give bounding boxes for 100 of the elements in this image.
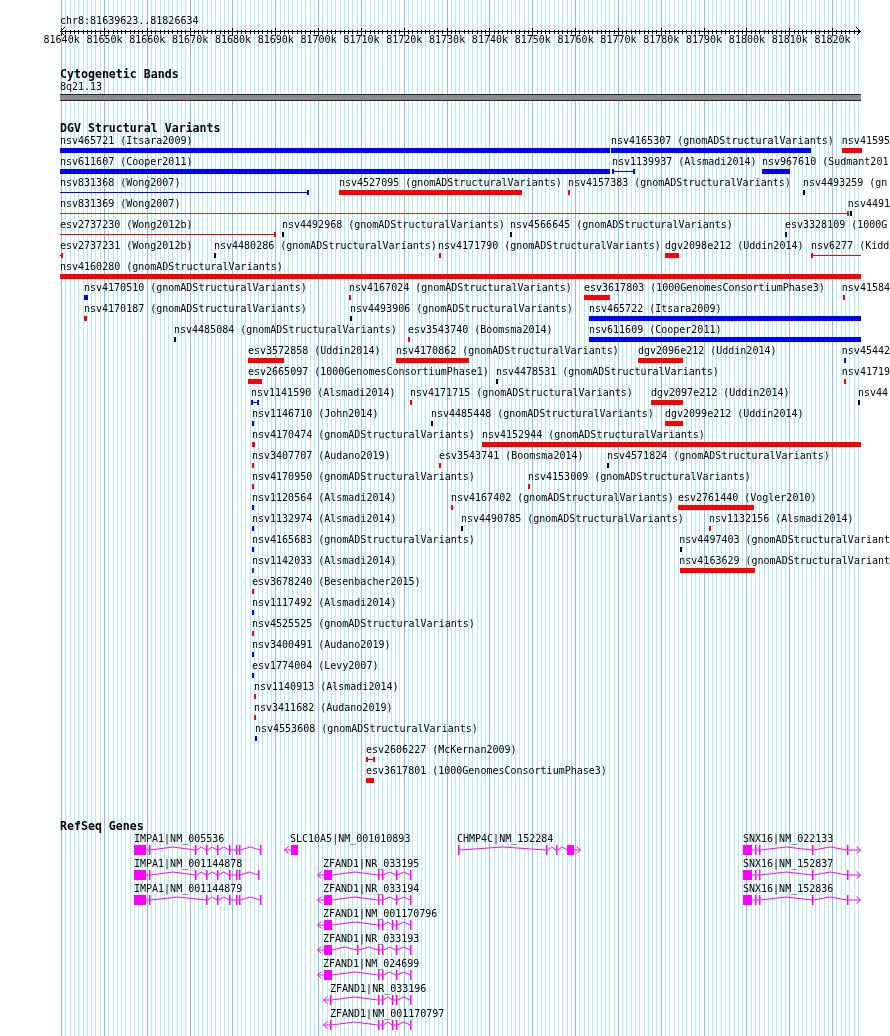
- variant-label: nsv6277 (Kidd: [811, 240, 890, 252]
- variant-label: esv2737230 (Wong2012b): [60, 219, 193, 231]
- variant-label: nsv1140913 (Alsmadi2014): [254, 681, 399, 693]
- track-title: Cytogenetic Bands: [60, 67, 179, 81]
- variant-label: esv3572858 (Uddin2014): [248, 345, 381, 357]
- variant-label: esv2761440 (Vogler2010): [678, 492, 817, 504]
- ruler-label: 81750k: [514, 34, 551, 46]
- gene-label: ZFAND1|NM_001170796: [323, 907, 438, 921]
- ruler-label: 81720k: [386, 34, 423, 46]
- variant-label: dgv2097e212 (Uddin2014): [651, 387, 790, 399]
- variant-label: esv3617803 (1000GenomesConsortiumPhase3): [584, 282, 825, 294]
- gene-label: IMPA1|NM_001144878: [134, 857, 243, 871]
- gene-label: ZFAND1|NR_033193: [323, 932, 420, 946]
- ruler-label: 81800k: [728, 34, 765, 46]
- variant-label: nsv465722 (Itsara2009): [589, 303, 722, 315]
- track-title: DGV Structural Variants: [60, 122, 221, 135]
- gene-label: IMPA1|NM_005536: [134, 832, 225, 846]
- variant-label: dgv2099e212 (Uddin2014): [665, 408, 804, 420]
- ruler-label: 81680k: [214, 34, 251, 46]
- variant-label: esv3543740 (Boomsma2014): [408, 324, 553, 336]
- variant-label: nsv3411682 (Audano2019): [254, 702, 393, 714]
- variant-label: nsv45442: [841, 345, 890, 357]
- gene-label: ZFAND1|NM_001170797: [330, 1007, 445, 1021]
- variant-label: nsv4167024 (gnomADStructuralVariants): [349, 282, 572, 294]
- ruler-label: 81820k: [814, 34, 851, 46]
- ruler-label: 81650k: [86, 34, 123, 46]
- variant-label: nsv4160280 (gnomADStructuralVariants): [60, 261, 283, 273]
- ruler-label: 81760k: [557, 34, 594, 46]
- variant-label: esv3617801 (1000GenomesConsortiumPhase3): [366, 765, 607, 777]
- variant-label: nsv4491: [847, 198, 890, 210]
- variant-label: nsv41719: [841, 366, 890, 378]
- gene-label: SNX16|NM_152837: [743, 857, 834, 871]
- variant-label: nsv4492968 (gnomADStructuralVariants): [282, 219, 505, 231]
- variant-label: nsv1139937 (Alsmadi2014): [612, 156, 757, 168]
- ruler-label: 81690k: [257, 34, 294, 46]
- band-label: 8q21.13: [60, 81, 103, 92]
- variant-label: nsv3400491 (Audano2019): [252, 639, 391, 651]
- variant-label: nsv41595: [841, 135, 890, 147]
- variant-label: nsv4553608 (gnomADStructuralVariants): [255, 723, 478, 735]
- variant-label: nsv4493259 (gn: [803, 177, 888, 189]
- variant-label: nsv1132156 (Alsmadi2014): [709, 513, 854, 525]
- gene-label: IMPA1|NM_001144879: [134, 882, 243, 896]
- ruler-label: 81670k: [172, 34, 209, 46]
- variant-label: nsv4490785 (gnomADStructuralVariants): [461, 513, 684, 525]
- variant-label: nsv831369 (Wong2007): [60, 198, 181, 210]
- variant-label: esv2665097 (1000GenomesConsortiumPhase1): [248, 366, 489, 378]
- variant-label: nsv1120564 (Alsmadi2014): [252, 492, 397, 504]
- variant-label: nsv1146710 (John2014): [252, 408, 379, 420]
- gene-label: ZFAND1|NR_033195: [323, 857, 420, 871]
- variant-label: nsv831368 (Wong2007): [60, 177, 181, 189]
- variant-label: nsv4571824 (gnomADStructuralVariants): [607, 450, 830, 462]
- variant-label: nsv4163629 (gnomADStructuralVariant: [679, 555, 890, 567]
- variant-label: nsv4478531 (gnomADStructuralVariants): [496, 366, 719, 378]
- variant-label: esv3678240 (Besenbacher2015): [252, 576, 421, 588]
- variant-label: nsv4165683 (gnomADStructuralVariants): [252, 534, 475, 546]
- variant-label: esv3543741 (Boomsma2014): [439, 450, 584, 462]
- gene-label: ZFAND1|NR_033196: [330, 982, 427, 996]
- variant-label: nsv1141590 (Alsmadi2014): [251, 387, 396, 399]
- ruler-label: 81810k: [771, 34, 808, 46]
- variant-label: nsv1117492 (Alsmadi2014): [252, 597, 397, 609]
- variant-label: nsv1132974 (Alsmadi2014): [252, 513, 397, 525]
- gene-label: CHMP4C|NM_152284: [457, 832, 554, 846]
- variant-label: nsv4157383 (gnomADStructuralVariants): [568, 177, 791, 189]
- variant-label: nsv4170950 (gnomADStructuralVariants): [252, 471, 475, 483]
- variant-label: nsv4170187 (gnomADStructuralVariants): [84, 303, 307, 315]
- variant-label: nsv4171790 (gnomADStructuralVariants): [438, 240, 661, 252]
- variant-label: nsv4170510 (gnomADStructuralVariants): [84, 282, 307, 294]
- variant-label: nsv4480286 (gnomADStructuralVariants): [214, 240, 437, 252]
- variant-label: nsv4527095 (gnomADStructuralVariants): [339, 177, 562, 189]
- ruler-label: 81780k: [643, 34, 680, 46]
- variant-label: nsv465721 (Itsara2009): [60, 135, 193, 147]
- location-label: chr8:81639623..81826634: [60, 15, 199, 27]
- variant-label: nsv4170862 (gnomADStructuralVariants): [396, 345, 619, 357]
- variant-label: dgv2096e212 (Uddin2014): [638, 345, 777, 357]
- ruler-label: 81790k: [686, 34, 723, 46]
- variant-label: nsv4485448 (gnomADStructuralVariants): [431, 408, 654, 420]
- ruler-label: 81700k: [300, 34, 337, 46]
- gene-label: ZFAND1|NM_024699: [323, 957, 420, 971]
- gene-label: SNX16|NM_022133: [743, 832, 834, 846]
- ruler-label: 81770k: [600, 34, 637, 46]
- ruler-label: 81660k: [129, 34, 166, 46]
- variant-label: nsv1142033 (Alsmadi2014): [252, 555, 397, 567]
- variant-label: esv2737231 (Wong2012b): [60, 240, 193, 252]
- variant-label: nsv41584: [841, 282, 890, 294]
- variant-label: nsv967610 (Sudmant201: [762, 156, 889, 168]
- variant-label: nsv4167402 (gnomADStructuralVariants): [451, 492, 674, 504]
- variant-label: nsv611609 (Cooper2011): [589, 324, 722, 336]
- ruler-label: 81640k: [43, 34, 80, 46]
- variant-label: nsv4153009 (gnomADStructuralVariants): [528, 471, 751, 483]
- track-title: RefSeq Genes: [60, 820, 144, 833]
- variant-label: dgv2098e212 (Uddin2014): [665, 240, 804, 252]
- ruler-label: 81710k: [343, 34, 380, 46]
- variant-label: esv3328109 (1000G: [785, 219, 888, 231]
- variant-label: nsv4170474 (gnomADStructuralVariants): [252, 429, 475, 441]
- variant-label: nsv4485084 (gnomADStructuralVariants): [174, 324, 397, 336]
- gene-label: SNX16|NM_152836: [743, 882, 834, 896]
- gene-label: SLC10A5|NM_001010893: [290, 832, 411, 846]
- ruler-label: 81730k: [429, 34, 466, 46]
- variant-label: nsv4165307 (gnomADStructuralVariants): [611, 135, 834, 147]
- ruler-label: 81740k: [471, 34, 508, 46]
